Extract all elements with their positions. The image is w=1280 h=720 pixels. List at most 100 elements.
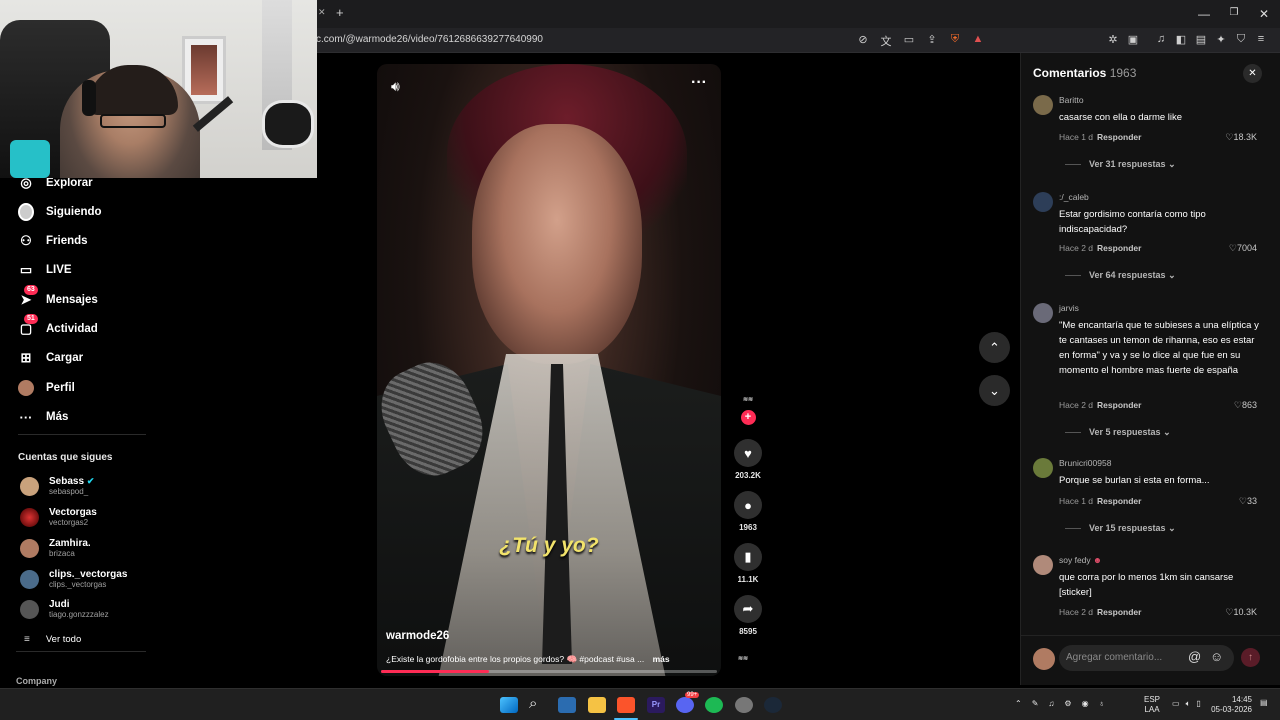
view-replies-button[interactable]: Ver 5 respuestas ⌄ — [1065, 427, 1171, 438]
creator-avatar[interactable]: ≋≋ + — [733, 396, 763, 425]
view-replies-button[interactable]: Ver 64 respuestas ⌄ — [1065, 270, 1176, 281]
start-icon[interactable] — [500, 697, 518, 713]
tray-pen-icon[interactable]: ✎ — [1032, 699, 1039, 708]
language-indicator[interactable]: ESP LAA — [1144, 695, 1160, 715]
comment-user[interactable]: jarvis — [1059, 303, 1079, 313]
video-player[interactable]: 🔊︎ ··· ¿Tú y yo? warmode26 ¿Existe la go… — [377, 64, 721, 676]
send-comment-button[interactable]: ↑ — [1241, 648, 1260, 667]
video-progress-bar[interactable] — [381, 670, 717, 673]
spotify-icon[interactable] — [705, 697, 723, 713]
more-link[interactable]: más — [653, 654, 670, 664]
comment-user[interactable]: Baritto — [1059, 95, 1084, 105]
steam-icon[interactable] — [764, 697, 782, 713]
account-item[interactable]: clips._vectorgas clips._vectorgas — [20, 569, 127, 590]
avatar[interactable] — [1033, 303, 1053, 323]
cast-icon[interactable]: ▭ — [901, 33, 917, 49]
sidebar-item-live[interactable]: ▭ LIVE — [18, 259, 72, 281]
widgets-icon[interactable] — [558, 697, 576, 713]
sidebar-item-perfil[interactable]: Perfil — [18, 377, 75, 399]
account-item[interactable]: Vectorgas vectorgas2 — [20, 507, 97, 528]
sidebar-item-mas[interactable]: ··· Más — [18, 406, 69, 428]
follow-plus-icon[interactable]: + — [740, 410, 756, 425]
footer-company[interactable]: Company — [16, 676, 57, 686]
volume-icon[interactable]: 🔊︎ — [391, 78, 400, 95]
comment-likes[interactable]: ♡18.3K — [1225, 132, 1257, 143]
sidebar-item-mensajes[interactable]: ➤ 63 Mensajes — [18, 285, 98, 311]
reply-button[interactable]: Responder — [1097, 607, 1141, 617]
account-item[interactable]: Sebass ✔ sebaspod_ — [20, 476, 94, 497]
maximize-icon[interactable]: ❐ — [1224, 7, 1244, 18]
account-item[interactable]: Judi tiago.gonzzzalez — [20, 599, 109, 620]
translate-icon[interactable]: 文 — [878, 33, 894, 49]
avatar[interactable] — [1033, 555, 1053, 575]
wallet2-icon[interactable]: ▤ — [1193, 33, 1209, 46]
tray-steam-icon[interactable]: ⚙ — [1064, 699, 1071, 708]
ai-icon[interactable]: ✦ — [1213, 33, 1229, 46]
tray-overflow-icon[interactable]: ⌃ — [1015, 699, 1022, 708]
view-replies-button[interactable]: Ver 31 respuestas ⌄ — [1065, 159, 1176, 170]
new-tab-button[interactable]: + — [336, 5, 344, 20]
close-window-icon[interactable]: ✕ — [1254, 7, 1274, 21]
network-volume-group[interactable]: ▭ 🔈︎ ▯ — [1172, 699, 1201, 709]
music-icon[interactable]: ♫ — [1153, 33, 1169, 46]
mention-icon[interactable]: @ — [1188, 649, 1201, 664]
video-subtitle: ¿Tú y yo? — [499, 534, 599, 557]
discord-icon[interactable]: 99+ — [676, 692, 700, 713]
comment-user[interactable]: Brunicri00958 — [1059, 458, 1111, 468]
premiere-icon[interactable]: Pr — [647, 697, 665, 713]
more-options-icon[interactable]: ··· — [691, 74, 707, 92]
comment-likes[interactable]: ♡863 — [1234, 400, 1257, 411]
comment-user[interactable]: :/_caleb — [1059, 192, 1089, 202]
reply-button[interactable]: Responder — [1097, 243, 1141, 253]
reply-button[interactable]: Responder — [1097, 400, 1141, 410]
video-author[interactable]: warmode26 — [386, 630, 449, 642]
see-all-link[interactable]: ≡ Ver todo — [24, 634, 81, 645]
url-field[interactable]: c.com/@warmode26/video/76126866392776409… — [316, 34, 543, 45]
share-icon[interactable]: ⇪ — [924, 33, 940, 49]
account-item[interactable]: Zamhira. brizaca — [20, 538, 91, 559]
view-replies-button[interactable]: Ver 15 respuestas ⌄ — [1065, 523, 1176, 534]
notifications-icon[interactable]: ▤ — [1260, 698, 1268, 707]
search-icon[interactable]: ⌕ — [529, 695, 537, 712]
sidebar-item-cargar[interactable]: ⊞ Cargar — [18, 347, 84, 369]
comment-button[interactable]: ● 1963 — [733, 491, 763, 532]
brave-browser-icon[interactable] — [617, 697, 635, 713]
next-video-button[interactable]: ⌄ — [979, 375, 1010, 406]
comment-likes[interactable]: ♡33 — [1239, 496, 1257, 507]
tray-chrome-icon[interactable]: ◉ — [1082, 699, 1089, 708]
previous-video-button[interactable]: ⌃ — [979, 332, 1010, 363]
avatar[interactable] — [1033, 458, 1053, 478]
sound-disc-icon[interactable]: ≋≋ — [738, 655, 748, 662]
like-button[interactable]: ♥ 203.2K — [733, 439, 763, 480]
sidebar-item-siguiendo[interactable]: Siguiendo — [18, 201, 102, 223]
brave-shield-icon[interactable]: ⛨ — [947, 33, 963, 49]
clock[interactable]: 14:45 05-03-2026 — [1208, 695, 1252, 715]
reply-button[interactable]: Responder — [1097, 496, 1141, 506]
wallet-icon[interactable]: ▣ — [1125, 33, 1141, 46]
brave-rewards-icon[interactable]: ▲ — [970, 33, 986, 49]
sidebar-toggle-icon[interactable]: ◧ — [1173, 33, 1189, 46]
file-explorer-icon[interactable] — [588, 697, 606, 713]
sidebar-item-actividad[interactable]: ▢ 51 Actividad — [18, 314, 98, 340]
comment-user[interactable]: soy fedy ☻ — [1059, 555, 1102, 565]
comment-likes[interactable]: ♡7004 — [1229, 243, 1257, 254]
sidebar-item-friends[interactable]: ⚇ Friends — [18, 230, 87, 252]
save-button[interactable]: ▮ 11.1K — [733, 543, 763, 584]
emoji-picker-icon[interactable]: ☺ — [1210, 649, 1223, 664]
tray-headset-icon[interactable]: ♫ — [1048, 699, 1054, 708]
obs-icon[interactable] — [735, 697, 753, 713]
media-off-icon[interactable]: ⊘ — [855, 33, 871, 49]
avatar[interactable] — [1033, 95, 1053, 115]
avatar[interactable] — [1033, 192, 1053, 212]
tray-mic-icon[interactable]: ♁ — [1099, 699, 1105, 708]
share-button[interactable]: ➦ 8595 — [733, 595, 763, 636]
tab-close-icon[interactable]: ✕ — [318, 7, 326, 18]
comment-likes[interactable]: ♡10.3K — [1225, 607, 1257, 618]
reply-button[interactable]: Responder — [1097, 132, 1141, 142]
menu-icon[interactable]: ≡ — [1253, 33, 1269, 46]
close-comments-button[interactable]: ✕ — [1243, 64, 1262, 83]
extensions-icon[interactable]: ✲ — [1105, 33, 1121, 46]
minimize-icon[interactable]: — — [1194, 7, 1214, 21]
vpn-icon[interactable]: ⛉ — [1233, 33, 1249, 46]
comment-input[interactable]: Agregar comentario... — [1059, 645, 1234, 671]
